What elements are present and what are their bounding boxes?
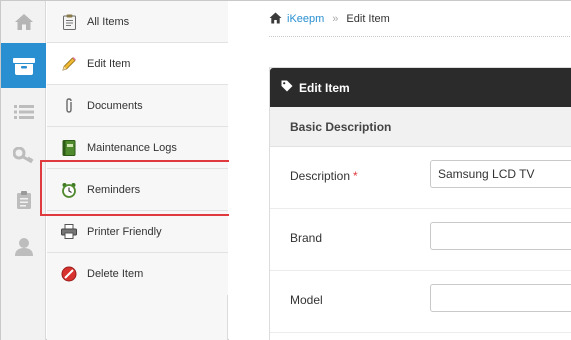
rail-home[interactable] (1, 1, 46, 43)
breadcrumb-separator: » (332, 13, 339, 25)
menu-item-all-items[interactable]: All Items (47, 1, 228, 43)
required-marker: * (353, 169, 358, 183)
icon-rail (1, 1, 46, 340)
home-icon (14, 13, 34, 31)
clipboard-icon (16, 190, 32, 210)
menu-item-label: Edit Item (87, 57, 131, 70)
field-row-description: Description * (270, 147, 571, 209)
panel-title: Edit Item (299, 80, 350, 95)
printer-icon (60, 223, 78, 241)
list-icon (13, 104, 34, 120)
menu-item-label: Delete Item (87, 268, 144, 280)
key-icon (12, 147, 35, 163)
divider (269, 36, 571, 37)
description-label: Description * (290, 169, 358, 183)
model-input[interactable] (430, 284, 571, 312)
menu-item-label: Reminders (87, 183, 141, 196)
description-input[interactable] (430, 160, 571, 188)
breadcrumb-home-link[interactable]: iKeepm (287, 13, 324, 25)
pencil-icon (60, 55, 78, 73)
menu-item-delete-item[interactable]: Delete Item (47, 253, 228, 295)
edit-item-panel: Edit Item Basic Description Description *… (269, 67, 571, 340)
user-icon (14, 237, 34, 257)
menu-item-documents[interactable]: Documents (47, 85, 228, 127)
field-row-brand: Brand (270, 209, 571, 271)
app-window: All Items Edit Item Documents Maintenanc… (0, 0, 571, 340)
breadcrumb-current: Edit Item (346, 13, 390, 25)
menu-item-label: Documents (87, 99, 143, 112)
model-label: Model (290, 293, 323, 307)
rail-clipboard[interactable] (1, 179, 46, 221)
menu-item-printer-friendly[interactable]: Printer Friendly (47, 211, 228, 253)
menu-item-label: Maintenance Logs (87, 141, 177, 154)
field-row-model: Model (270, 271, 571, 333)
menu-item-edit-item[interactable]: Edit Item (47, 43, 228, 85)
archive-box-icon (12, 56, 36, 76)
brand-label: Brand (290, 231, 323, 245)
clipboard-icon (60, 13, 78, 31)
rail-keys[interactable] (1, 134, 46, 176)
brand-input[interactable] (430, 222, 571, 250)
menu-item-reminders[interactable]: Reminders (47, 169, 228, 211)
section-title: Basic Description (270, 107, 571, 147)
delete-icon (60, 265, 78, 283)
rail-items[interactable] (1, 43, 46, 88)
menu-item-label: Printer Friendly (87, 225, 162, 238)
panel-header: Edit Item (270, 68, 571, 107)
menu-item-label: All Items (87, 15, 130, 28)
rail-user[interactable] (1, 226, 46, 268)
menu-item-maintenance-logs[interactable]: Maintenance Logs (47, 127, 228, 169)
item-submenu: All Items Edit Item Documents Maintenanc… (47, 1, 228, 340)
home-icon[interactable] (269, 12, 282, 27)
paperclip-icon (60, 97, 78, 115)
rail-list[interactable] (1, 91, 46, 133)
alarm-clock-icon (60, 181, 78, 199)
tag-icon (281, 79, 293, 97)
main-content: iKeepm » Edit Item Edit Item Basic Descr… (229, 1, 571, 340)
logbook-icon (60, 139, 78, 157)
breadcrumb: iKeepm » Edit Item (269, 11, 390, 27)
